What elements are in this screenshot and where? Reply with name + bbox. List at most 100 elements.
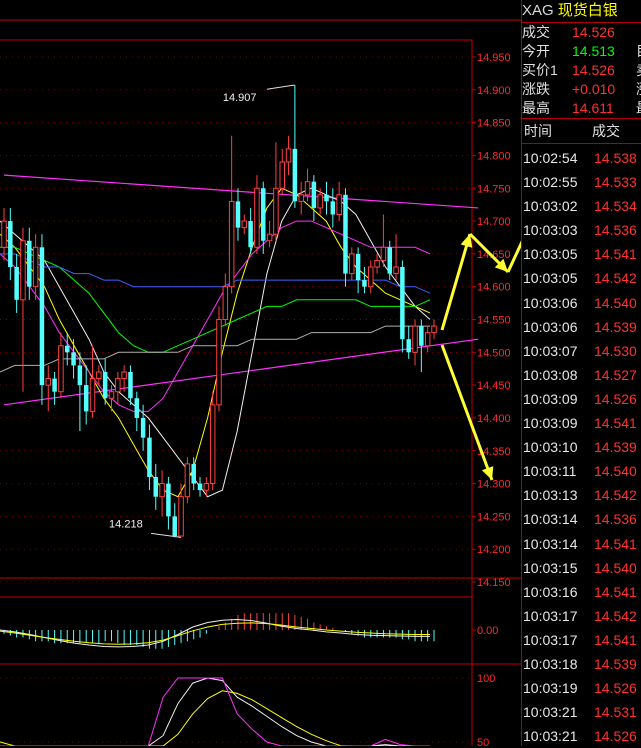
tick-row[interactable]: 10:03:06 14.540 [522,291,640,315]
candle-body-up [89,378,96,412]
tick-price: 14.541 [594,631,637,648]
tick-row[interactable]: 10:03:05 14.541 [522,242,640,266]
tick-time: 10:03:11 [523,463,577,480]
tick-time: 10:02:55 [523,174,578,191]
quote-info: 成交 14.526 今开 14.513 目买价1 14.526 卖涨跌 +0.010 涨最高 14… [522,23,641,118]
tick-row[interactable]: 10:03:21 14.531 [522,700,640,724]
y-tick-label: 14.700 [477,216,511,228]
tick-row[interactable]: 10:03:17 14.542 [522,604,640,628]
quote-row-label: 买价1 [522,62,558,78]
y-tick-label: 14.600 [477,282,511,294]
tick-row[interactable]: 10:03:07 14.530 [522,339,640,363]
candle-body-down [140,417,146,438]
tick-row[interactable]: 10:03:19 14.526 [522,676,640,700]
tick-row[interactable]: 10:03:09 14.526 [522,387,640,411]
tick-row[interactable]: 10:03:11 14.540 [522,459,640,483]
candle-body-up [222,286,229,320]
quote-panel: XAG现货白银 成交 14.526 今开 14.513 目买价1 14.526 卖涨跌 +0.… [521,0,641,746]
price-chart[interactable]: 14.950 14.900 14.850 14.800 14.750 14.700 14.6… [0,0,521,746]
tick-time: 10:03:09 [523,415,578,432]
quote-row: 今开 14.513 目 [522,42,641,61]
tick-row[interactable]: 10:02:54 14.538 [522,146,640,170]
candle-body-down [8,221,13,267]
tick-row[interactable]: 10:03:15 14.540 [522,556,640,580]
quote-row-value: 14.611 [572,100,614,116]
candle-body-up [298,194,304,202]
candle-body-down [197,483,203,491]
candle-body-down [27,240,32,287]
ma30-line [0,246,431,353]
tick-row[interactable]: 10:03:14 14.541 [522,532,640,556]
tick-row[interactable]: 10:03:02 14.534 [522,194,640,218]
tick-row[interactable]: 10:03:09 14.541 [522,411,640,435]
tick-price: 14.533 [594,174,637,191]
tick-time: 10:03:21 [523,704,578,721]
tick-row[interactable]: 10:03:13 14.542 [522,483,640,507]
candle-body-up [266,233,273,242]
candle-body-up [380,246,387,261]
kdj-k-line [0,677,430,746]
tick-time: 10:03:13 [523,487,578,504]
candle-body-down [191,463,196,484]
candle-body-up [317,194,323,209]
tick-price: 14.530 [594,342,637,359]
tick-row[interactable]: 10:03:08 14.527 [522,363,640,387]
candle-body-up [1,220,7,248]
chart-area[interactable]: 14.950 14.900 14.850 14.800 14.750 14.700 14.6… [0,0,521,746]
candle-body-down [343,194,348,274]
tick-row[interactable]: 10:03:17 14.541 [522,628,640,652]
tick-row[interactable]: 10:03:16 14.541 [522,580,640,604]
candle-body-down [261,188,266,241]
tick-row[interactable]: 10:03:14 14.536 [522,507,640,531]
candle-body-up [121,371,127,380]
candle-body-down [14,267,19,300]
tick-time: 10:03:08 [523,366,578,383]
candle-body-down [324,194,329,202]
tick-time: 10:03:18 [523,655,578,672]
tick-time: 10:03:19 [523,680,578,697]
tick-price: 14.531 [594,704,637,721]
quote-row-edge: 涨 [636,80,641,99]
tick-row[interactable]: 10:03:03 14.536 [522,218,640,242]
tick-price: 14.542 [594,487,637,504]
tick-row[interactable]: 10:03:18 14.539 [522,652,640,676]
candle-body-down [166,483,171,517]
candle-body-up [108,391,115,399]
ticks-header-price: 成交 [592,123,620,139]
tick-list[interactable]: 10:02:54 14.538 10:02:55 14.533 10:03:02 14.5… [522,146,640,748]
tick-price: 14.534 [594,198,637,215]
candle-body-up [368,266,374,288]
tick-price: 14.542 [594,270,637,287]
tick-time: 10:03:17 [523,607,578,624]
quote-row: 成交 14.526 [522,23,641,42]
candle-body-up [304,181,311,196]
y-tick-label: 14.300 [477,479,511,491]
tick-row[interactable]: 10:03:10 14.539 [522,435,640,459]
macd-tick-label: 0.00 [477,625,498,637]
candle-body-down [128,372,133,399]
tick-row[interactable]: 10:03:05 14.542 [522,266,640,290]
quote-row-value: +0.010 [572,81,616,97]
quote-row-edge: 目 [636,42,641,61]
tick-row[interactable]: 10:02:55 14.533 [522,170,640,194]
candle-body-down [52,378,57,392]
y-tick-label: 14.150 [477,577,511,589]
candle-body-down [355,253,361,281]
candle-body-down [39,247,45,386]
y-tick-label: 14.750 [477,183,511,195]
candle-body-up [216,319,222,406]
quote-title: XAG 现货白银 [522,0,641,22]
kdj-tick-label: 100 [477,673,495,685]
candle-body-up [279,161,285,189]
tick-row[interactable]: 10:03:06 14.539 [522,315,640,339]
candle-body-up [45,378,52,386]
tick-time: 10:03:02 [523,198,578,215]
tick-time: 10:02:54 [523,150,578,166]
tick-row[interactable]: 10:03:21 14.526 [522,724,640,748]
kdj-tick-label: 50 [477,737,489,746]
ticks-header: 时间 成交 [522,119,641,143]
tick-time: 10:03:21 [523,728,578,745]
y-tick-label: 14.500 [477,347,511,359]
candle-body-up [20,240,26,301]
candle-body-up [115,378,121,393]
